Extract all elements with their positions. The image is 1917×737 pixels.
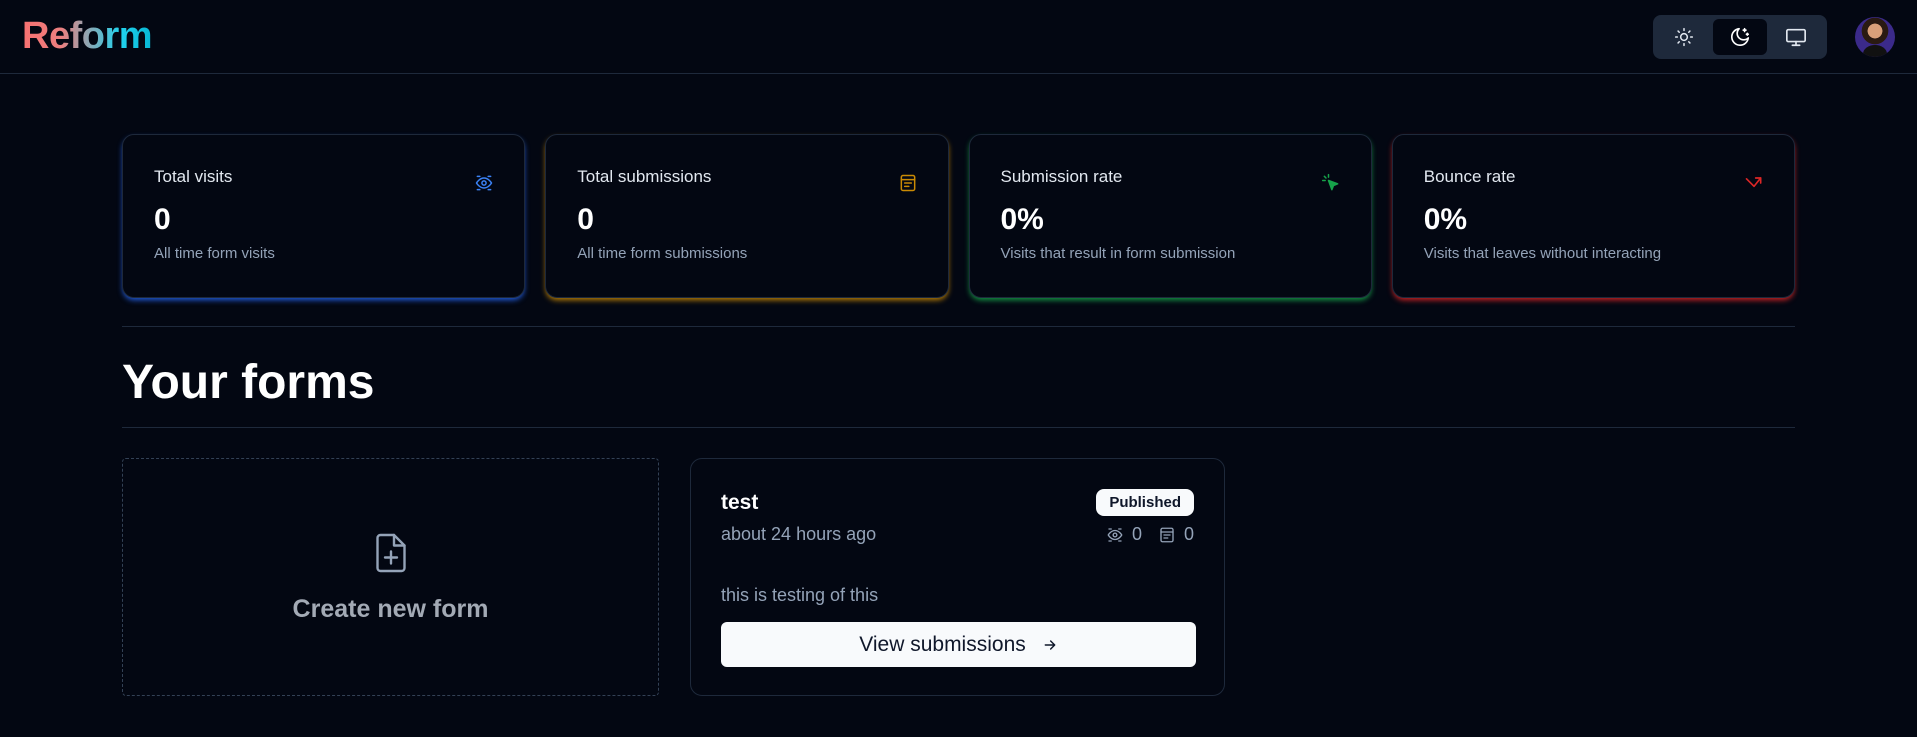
stat-value: 0% xyxy=(1423,203,1468,236)
stat-value: 0 xyxy=(577,203,594,236)
stat-title: Total visits xyxy=(154,167,233,186)
form-card-meta: about 24 hours ago 0 0 xyxy=(721,524,1194,545)
split-arrow-icon xyxy=(1745,177,1762,188)
stat-value: 0% xyxy=(1000,203,1044,236)
stat-value: 0 xyxy=(154,203,171,236)
stat-title: Total submissions xyxy=(577,167,712,186)
form-card: test Published about 24 hours ago 0 0 th… xyxy=(690,458,1225,696)
view-submissions-label: View submissions xyxy=(859,632,1026,656)
stat-description: Visits that leaves without interacting xyxy=(1423,245,1662,262)
theme-system-button[interactable] xyxy=(1769,19,1823,55)
stat-card-bounce-rate: Bounce rate 0% Visits that leaves withou… xyxy=(1391,134,1795,298)
moon-icon xyxy=(1730,27,1750,46)
form-submissions: 0 xyxy=(1158,524,1194,545)
form-name: test xyxy=(721,490,759,514)
nav-right xyxy=(1653,14,1895,59)
form-submissions-count: 0 xyxy=(1183,524,1194,544)
create-new-form-button[interactable]: Create new form xyxy=(122,458,659,696)
app-logo[interactable]: Reform xyxy=(22,15,153,58)
eye-icon xyxy=(476,175,493,191)
stat-title: Submission rate xyxy=(1000,167,1123,186)
form-timestamp: about 24 hours ago xyxy=(721,524,877,544)
form-visits: 0 xyxy=(1106,524,1142,545)
stat-description: All time form submissions xyxy=(577,245,748,262)
sun-icon xyxy=(1674,27,1694,46)
form-visits-count: 0 xyxy=(1131,524,1142,544)
divider xyxy=(122,427,1795,428)
status-badge: Published xyxy=(1096,489,1194,516)
main-content: Total visits 0 All time form visits Tota… xyxy=(0,134,1917,696)
navbar: Reform xyxy=(0,0,1917,74)
view-submissions-button[interactable]: View submissions xyxy=(721,622,1196,667)
divider xyxy=(122,326,1795,327)
monitor-icon xyxy=(1786,28,1806,46)
create-new-form-label: Create new form xyxy=(292,594,489,623)
stat-card-submission-rate: Submission rate 0% Visits that result in… xyxy=(968,134,1372,298)
form-description: this is testing of this xyxy=(721,585,879,605)
user-avatar[interactable] xyxy=(1855,16,1895,57)
forms-grid: Create new form test Published about 24 … xyxy=(122,458,1795,696)
form-card-header: test Published xyxy=(721,489,1194,516)
stats-row: Total visits 0 All time form visits Tota… xyxy=(122,134,1795,298)
form-icon xyxy=(900,174,915,192)
stat-card-total-submissions: Total submissions 0 All time form submis… xyxy=(545,134,949,298)
theme-switcher xyxy=(1653,14,1827,59)
stat-title: Bounce rate xyxy=(1423,167,1516,186)
stat-card-total-visits: Total visits 0 All time form visits xyxy=(122,134,526,298)
stat-description: All time form visits xyxy=(154,245,275,262)
file-plus-icon xyxy=(375,533,406,572)
arrow-right-icon xyxy=(1044,639,1056,650)
theme-light-button[interactable] xyxy=(1657,19,1711,55)
form-icon xyxy=(1160,527,1174,542)
page-title: Your forms xyxy=(122,356,375,409)
form-metrics: 0 0 xyxy=(1098,524,1194,545)
stat-description: Visits that result in form submission xyxy=(1000,245,1236,262)
eye-icon xyxy=(1107,527,1123,542)
pointer-icon xyxy=(1321,173,1339,191)
theme-dark-button[interactable] xyxy=(1713,18,1767,55)
